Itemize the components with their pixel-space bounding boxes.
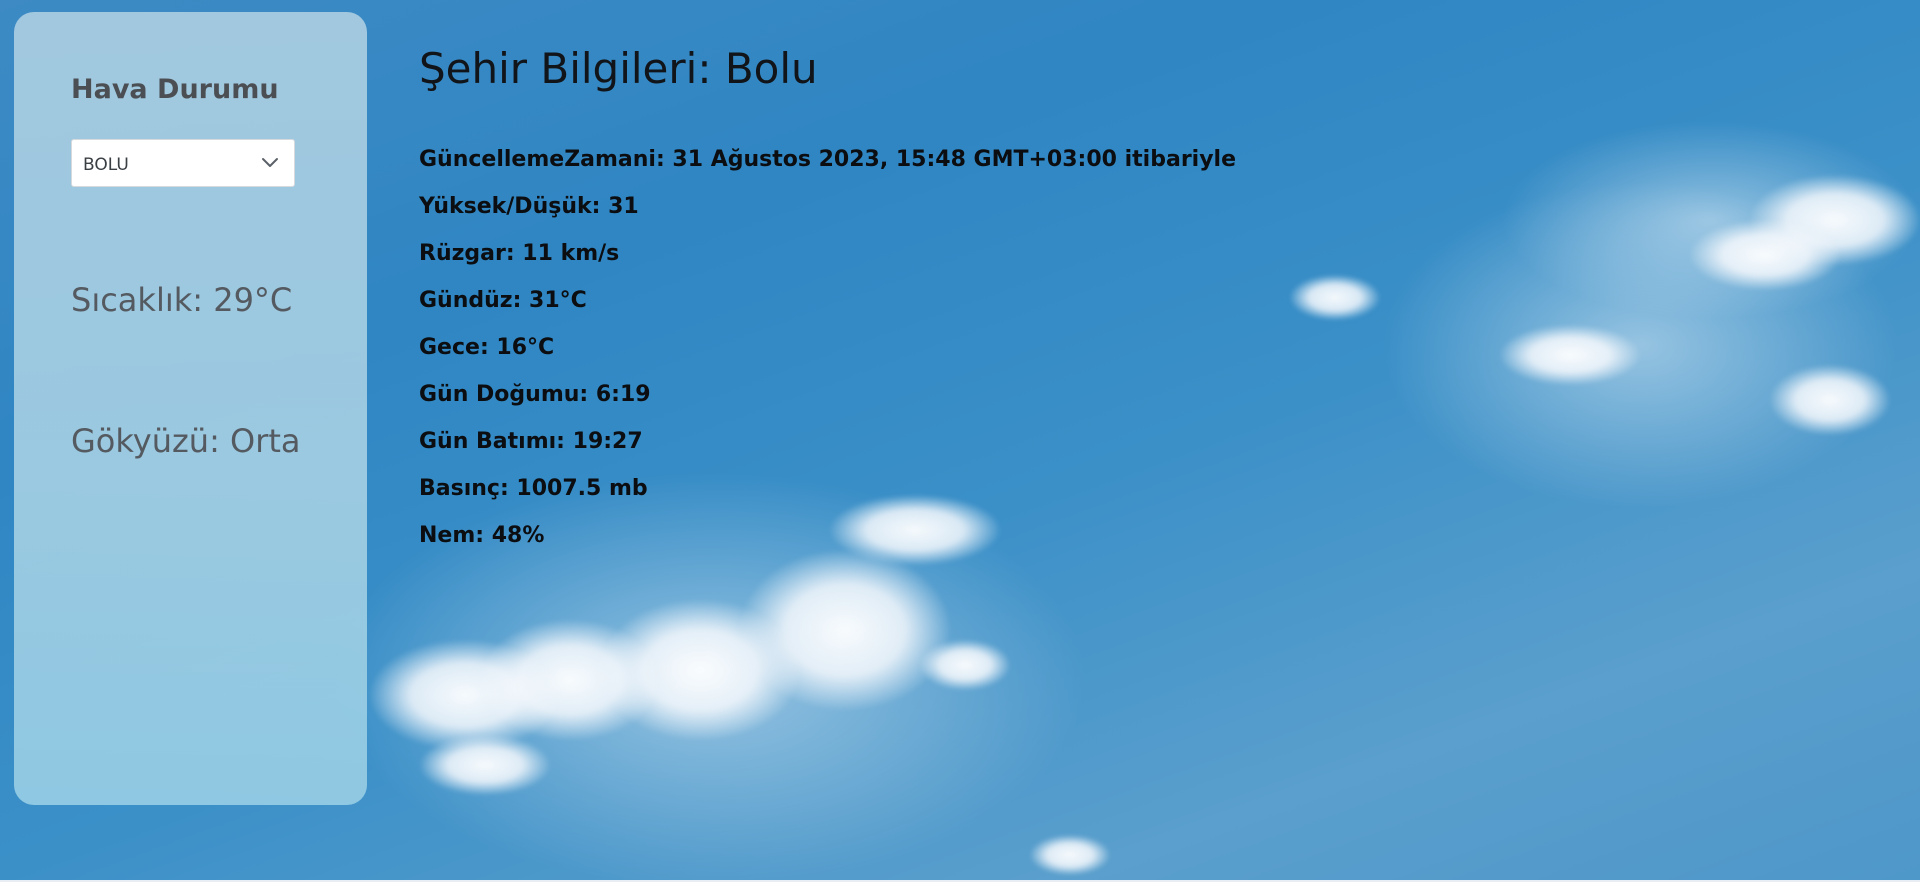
sky-condition-value: Gökyüzü: Orta [71,422,301,460]
detail-day-temperature: Gündüz: 31°C [419,288,587,313]
weather-sidebar-card: Hava Durumu BOLU Sıcaklık: 29°C Gökyüzü:… [14,12,367,805]
chevron-down-icon [262,158,278,167]
detail-wind: Rüzgar: 11 km/s [419,241,620,266]
detail-sunset: Gün Batımı: 19:27 [419,429,643,454]
detail-sunrise: Gün Doğumu: 6:19 [419,382,651,407]
detail-humidity: Nem: 48% [419,523,545,548]
page-title: Şehir Bilgileri: Bolu [419,44,818,93]
city-select[interactable]: BOLU [71,139,295,187]
detail-night-temperature: Gece: 16°C [419,335,555,360]
detail-high-low: Yüksek/Düşük: 31 [419,194,639,219]
detail-update-time: GüncellemeZamani: 31 Ağustos 2023, 15:48… [419,147,1237,172]
city-select-value: BOLU [83,155,129,175]
city-details-list: GüncellemeZamani: 31 Ağustos 2023, 15:48… [419,147,1236,570]
weather-page: Hava Durumu BOLU Sıcaklık: 29°C Gökyüzü:… [0,0,1920,882]
sidebar-title: Hava Durumu [71,74,279,105]
detail-pressure: Basınç: 1007.5 mb [419,476,648,501]
temperature-value: Sıcaklık: 29°C [71,281,293,319]
